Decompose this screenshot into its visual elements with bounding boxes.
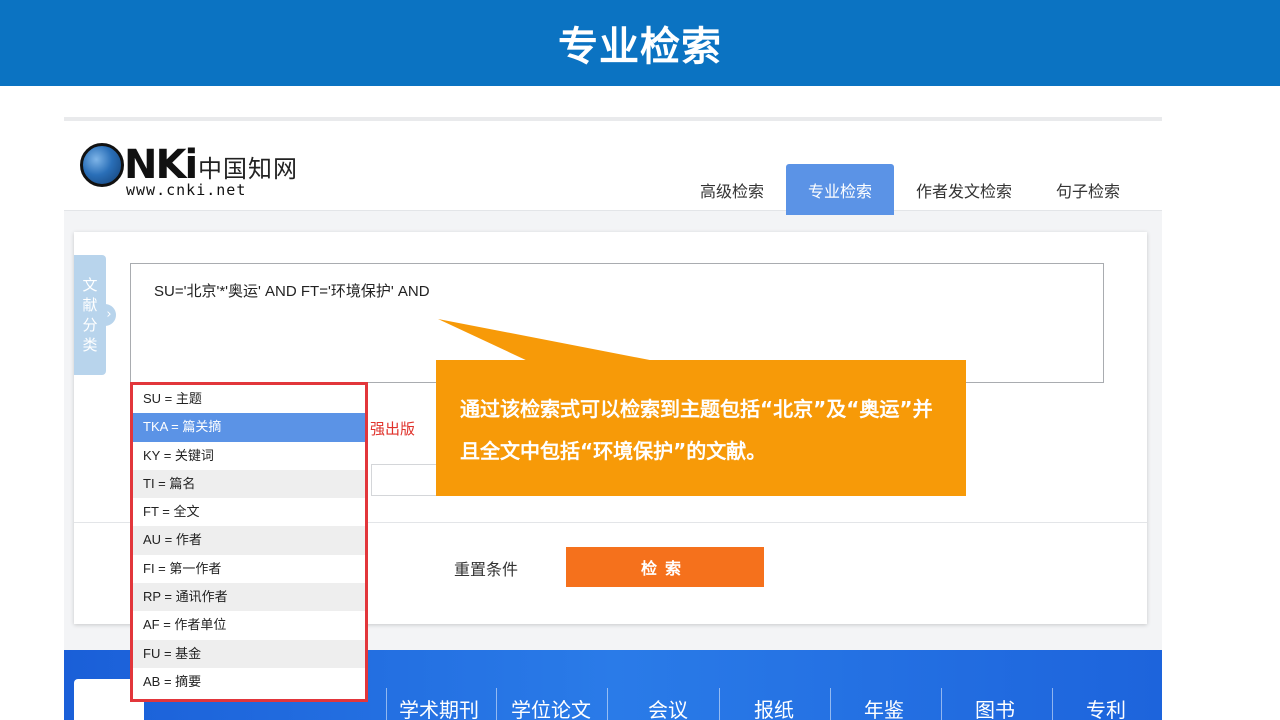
slide-title: 专业检索 <box>558 24 722 70</box>
search-mode-tabs: 高级检索 专业检索 作者发文检索 句子检索 <box>678 164 1142 215</box>
tab-sentence-search[interactable]: 句子检索 <box>1034 164 1142 215</box>
dropdown-item[interactable]: FU = 基金 <box>133 639 365 668</box>
banner-separator <box>719 688 720 720</box>
slide-title-bar: 专业检索 <box>0 0 1280 86</box>
dropdown-item[interactable]: KY = 关键词 <box>133 442 365 470</box>
logo-url-text: www.cnki.net <box>126 181 247 199</box>
dropdown-item[interactable]: FI = 第一作者 <box>133 555 365 583</box>
banner-separator <box>830 688 831 720</box>
banner-separator <box>941 688 942 720</box>
callout-text: 通过该检索式可以检索到主题包括“北京”及“奥运”并且全文中包括“环境保护”的文献… <box>460 397 933 463</box>
dropdown-item[interactable]: AU = 作者 <box>133 526 365 555</box>
banner-separator <box>1052 688 1053 720</box>
banner-item-yearbooks[interactable]: 年鉴 <box>864 694 904 720</box>
reset-button[interactable]: 重置条件 <box>454 556 518 580</box>
banner-item-theses[interactable]: 学位论文 <box>511 694 591 720</box>
tab-advanced-search[interactable]: 高级检索 <box>678 164 786 215</box>
banner-item-books[interactable]: 图书 <box>975 694 1015 720</box>
side-tab-char: 献 <box>82 296 98 314</box>
banner-item-newspapers[interactable]: 报纸 <box>754 694 794 720</box>
side-tab-char: 文 <box>82 276 98 294</box>
banner-separator <box>496 688 497 720</box>
dropdown-item[interactable]: SU = 主题 <box>133 385 365 413</box>
banner-item-conference[interactable]: 会议 <box>648 694 688 720</box>
dropdown-item[interactable]: AF = 作者单位 <box>133 611 365 639</box>
publication-hint-text: 强出版 <box>370 420 416 438</box>
logo-chinese-text: 中国知网 <box>198 155 298 183</box>
slide: 专业检索 NKi 中国知网 www.cnki.net 高级检索 专业检索 作者发… <box>0 0 1280 720</box>
globe-icon <box>80 143 124 187</box>
explanation-callout: 通过该检索式可以检索到主题包括“北京”及“奥运”并且全文中包括“环境保护”的文献… <box>436 360 966 496</box>
banner-item-journals[interactable]: 学术期刊 <box>399 694 479 720</box>
banner-item-patents[interactable]: 专利 <box>1086 694 1126 720</box>
query-text: SU='北京'*'奥运' AND FT='环境保护' AND <box>154 283 430 300</box>
dropdown-item[interactable]: RP = 通讯作者 <box>133 583 365 612</box>
banner-separator <box>607 688 608 720</box>
tab-professional-search[interactable]: 专业检索 <box>785 164 894 215</box>
field-code-dropdown: SU = 主题 TKA = 篇关摘 KY = 关键词 TI = 篇名 FT = … <box>130 382 368 702</box>
tab-author-search[interactable]: 作者发文检索 <box>894 164 1034 215</box>
search-button[interactable]: 检索 <box>566 547 764 587</box>
banner-separator <box>386 688 387 720</box>
site-header: NKi 中国知网 www.cnki.net 高级检索 专业检索 作者发文检索 句… <box>64 117 1162 215</box>
dropdown-item-selected[interactable]: TKA = 篇关摘 <box>133 413 365 442</box>
side-tab-char: 分 <box>82 316 98 334</box>
dropdown-item[interactable]: TI = 篇名 <box>133 469 365 499</box>
chevron-right-icon[interactable]: › <box>102 304 116 326</box>
dropdown-item[interactable]: AB = 摘要 <box>133 668 365 696</box>
dropdown-item[interactable]: FT = 全文 <box>133 498 365 526</box>
cnki-logo[interactable]: NKi 中国知网 www.cnki.net <box>80 141 300 199</box>
side-tab-char: 类 <box>82 336 98 354</box>
